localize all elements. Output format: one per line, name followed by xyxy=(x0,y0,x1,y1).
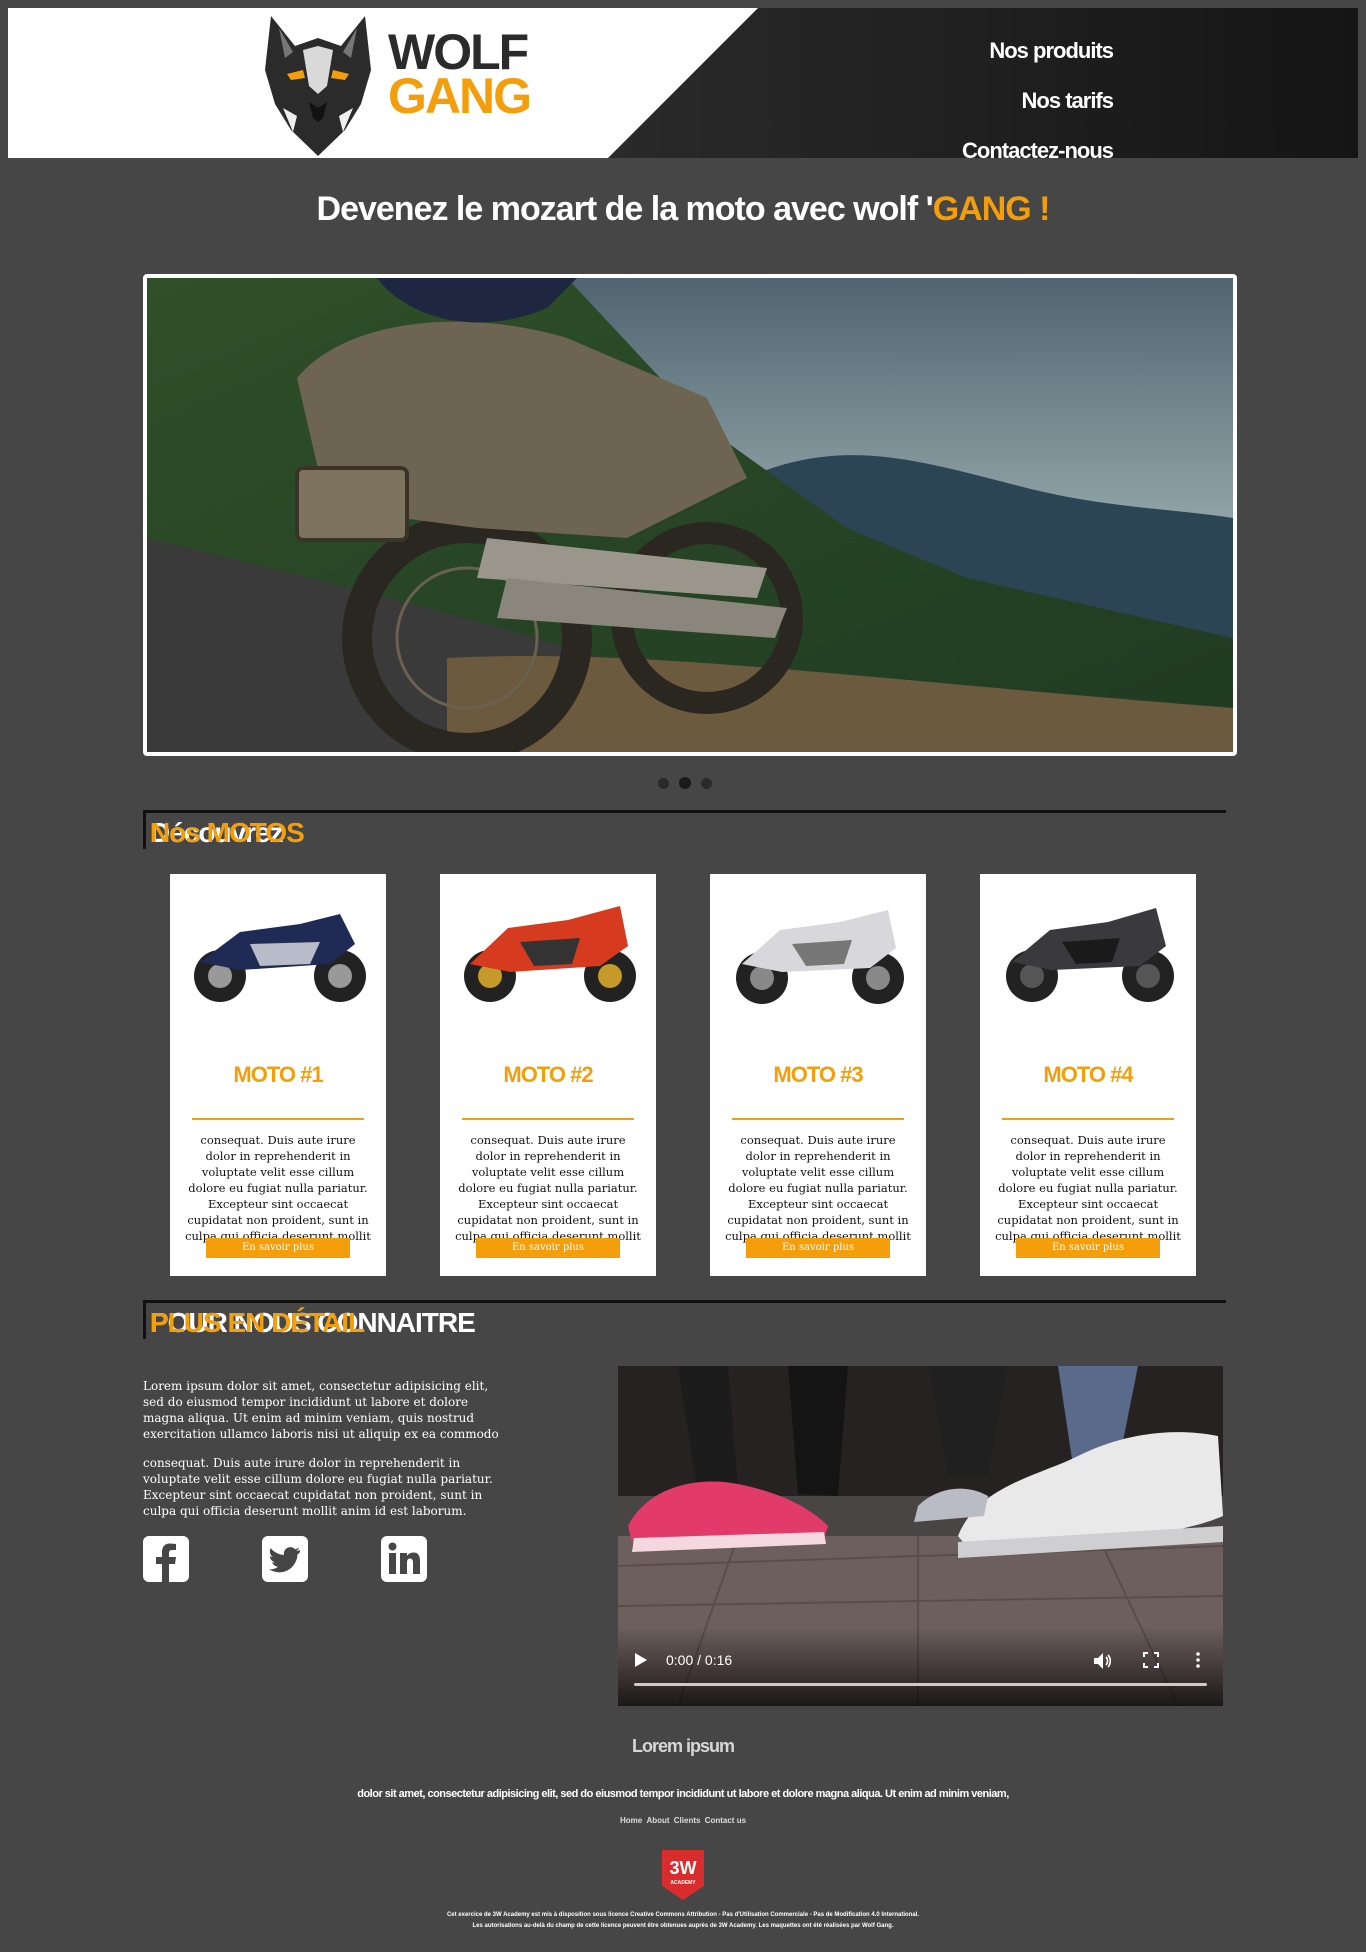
main-nav: Nos produits Nos tarifs Contactez-nous xyxy=(962,26,1114,158)
footer-link-clients[interactable]: Clients xyxy=(674,1816,701,1825)
footer-link-home[interactable]: Home xyxy=(620,1816,642,1825)
moto-2-title: MOTO #2 xyxy=(503,1062,593,1087)
moto-4-title: MOTO #4 xyxy=(1043,1062,1133,1087)
3w-academy-logo-icon[interactable]: 3W ACADEMY xyxy=(658,1850,708,1900)
moto-1-more-button[interactable]: En savoir plus xyxy=(206,1238,350,1258)
footer-credits: Cet exercice de 3W Academy est mis à dis… xyxy=(0,1910,1366,1932)
moto-1-title: MOTO #1 xyxy=(233,1062,323,1087)
video-time: 0:00 / 0:16 xyxy=(666,1652,733,1668)
linkedin-icon[interactable] xyxy=(381,1536,427,1582)
nav-produits-link[interactable]: Nos produits xyxy=(962,26,1114,76)
moto-2-divider xyxy=(462,1118,634,1120)
video-player[interactable]: 0:00 / 0:16 xyxy=(618,1366,1223,1706)
moto-4-image xyxy=(1006,908,1174,1002)
hero-title: Devenez le mozart de la moto avec wolf '… xyxy=(0,190,1366,229)
more-options-icon[interactable] xyxy=(1195,1652,1201,1668)
moto-card-2: MOTO #2 consequat. Duis aute irure dolor… xyxy=(440,874,656,1276)
moto-3-image xyxy=(736,910,904,1004)
video-progress-bar[interactable] xyxy=(634,1683,1207,1686)
moto-4-more-button[interactable]: En savoir plus xyxy=(1016,1238,1160,1258)
badge-text-3w: 3W xyxy=(670,1858,697,1878)
moto-1-image xyxy=(194,914,366,1002)
nav-tarifs-link[interactable]: Nos tarifs xyxy=(962,76,1114,126)
play-icon[interactable] xyxy=(634,1652,648,1668)
brand-wordmark[interactable]: WOLF GANG xyxy=(388,27,532,124)
twitter-icon[interactable] xyxy=(262,1536,308,1582)
volume-icon[interactable] xyxy=(1093,1652,1113,1670)
wolf-logo-icon[interactable] xyxy=(253,8,383,158)
slider-dot-1[interactable] xyxy=(658,778,669,789)
moto-2-image xyxy=(464,906,636,1002)
about-paragraph-2: consequat. Duis aute irure dolor in repr… xyxy=(143,1456,493,1518)
slider-dots xyxy=(658,774,722,793)
footer-link-contact[interactable]: Contact us xyxy=(705,1816,746,1825)
moto-2-more-button[interactable]: En savoir plus xyxy=(476,1238,620,1258)
footer-text: dolor sit amet, consectetur adipisicing … xyxy=(357,1788,1009,1800)
moto-3-title: MOTO #3 xyxy=(773,1062,863,1087)
footer-links: Home About Clients Contact us xyxy=(0,1816,1366,1825)
brand-line-2: GANG xyxy=(388,68,532,124)
about-paragraph-1: Lorem ipsum dolor sit amet, consectetur … xyxy=(143,1379,499,1441)
motorcycle-mountain-image xyxy=(147,278,1233,752)
footer-link-about[interactable]: About xyxy=(646,1816,669,1825)
moto-card-3: MOTO #3 consequat. Duis aute irure dolor… xyxy=(710,874,926,1276)
moto-3-divider xyxy=(732,1118,904,1120)
badge-text-academy: ACADEMY xyxy=(670,1880,696,1886)
moto-1-divider xyxy=(192,1118,364,1120)
site-header: WOLF GANG Nos produits Nos tarifs Contac… xyxy=(8,8,1358,158)
hero-title-text: Devenez le mozart de la moto avec wolf ' xyxy=(316,190,934,228)
facebook-icon[interactable] xyxy=(143,1536,189,1582)
motos-heading-accent: Nos MOTOS xyxy=(150,817,305,848)
footer-title: Lorem ipsum xyxy=(631,1736,735,1756)
nav-contact-link[interactable]: Contactez-nous xyxy=(962,126,1114,158)
moto-4-divider xyxy=(1002,1118,1174,1120)
credits-line-1: Cet exercice de 3W Academy est mis à dis… xyxy=(446,1912,920,1918)
moto-card-4: MOTO #4 consequat. Duis aute irure dolor… xyxy=(980,874,1196,1276)
motos-section-heading: Découvrez Nos MOTOS xyxy=(143,810,1226,849)
moto-3-more-button[interactable]: En savoir plus xyxy=(746,1238,890,1258)
hero-slider[interactable] xyxy=(143,274,1237,756)
video-controls: 0:00 / 0:16 xyxy=(618,1626,1223,1706)
credits-line-2: Les autorisations au-delà du champ de ce… xyxy=(472,1923,894,1929)
about-heading-accent: PLUS EN DÉTAIL xyxy=(150,1307,365,1338)
hero-title-accent: GANG ! xyxy=(932,190,1051,228)
slider-dot-3[interactable] xyxy=(701,778,712,789)
slider-dot-2[interactable] xyxy=(679,777,691,789)
moto-card-1: MOTO #1 consequat. Duis aute irure dolor… xyxy=(170,874,386,1276)
about-section-heading: POUR NOUS CONNAITRE PLUS EN DÉTAIL xyxy=(143,1300,1226,1339)
about-text: Lorem ipsum dolor sit amet, consectetur … xyxy=(143,1378,505,1532)
fullscreen-icon[interactable] xyxy=(1143,1652,1159,1668)
